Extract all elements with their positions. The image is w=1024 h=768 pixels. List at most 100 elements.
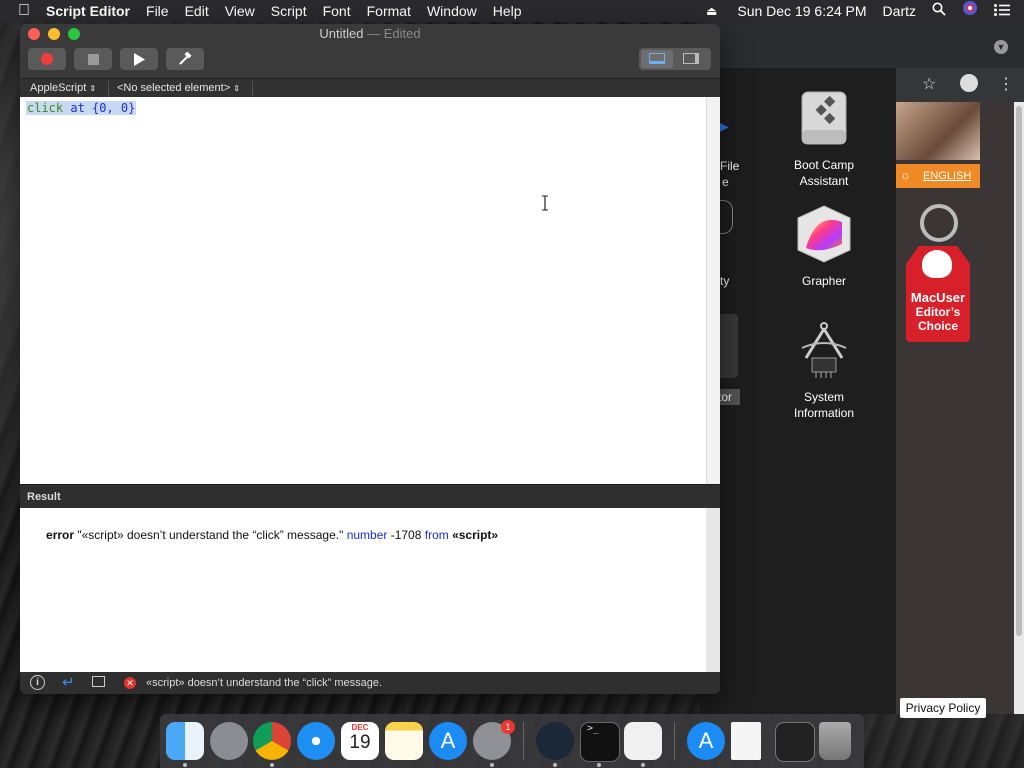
show-bottom-pane-icon[interactable] (641, 50, 673, 68)
language-link[interactable]: ENGLISH (923, 170, 971, 182)
record-icon (41, 53, 53, 65)
clock[interactable]: Sun Dec 19 6:24 PM (729, 0, 874, 22)
user-name[interactable]: Dartz (875, 0, 924, 22)
browser-tab-bar (700, 22, 1024, 68)
app-store-icon[interactable]: A (429, 722, 467, 760)
notification-center-icon[interactable] (986, 0, 1024, 22)
globe-icon: ☼ (900, 168, 911, 182)
dock: DEC 19 A 1 >_ A (160, 714, 864, 768)
menu-window[interactable]: Window (419, 0, 485, 22)
launchpad-icon[interactable] (210, 722, 248, 760)
menu-font[interactable]: Font (315, 0, 359, 22)
menu-help[interactable]: Help (485, 0, 530, 22)
partial-app-icon-2[interactable] (718, 200, 733, 234)
result-script: «script» (448, 528, 499, 542)
stop-button[interactable] (74, 48, 112, 70)
privacy-policy-button[interactable]: Privacy Policy (900, 698, 986, 718)
script-editor-text[interactable]: click at {0, 0} (20, 97, 706, 484)
chevron-updown-icon: ⇕ (89, 84, 97, 93)
finder-icon[interactable] (166, 722, 204, 760)
result-error-keyword: error (46, 528, 75, 542)
menu-script[interactable]: Script (263, 0, 315, 22)
menu-edit[interactable]: Edit (177, 0, 217, 22)
view-toggle[interactable] (639, 48, 711, 70)
result-scrollbar[interactable] (706, 508, 720, 672)
running-indicator (597, 763, 601, 767)
dock-divider (523, 722, 524, 760)
menu-file[interactable]: File (138, 0, 177, 22)
browser-scroll-thumb[interactable] (1016, 106, 1022, 636)
code-args: {0, 0} (84, 101, 136, 115)
eject-icon[interactable]: ⏏ (698, 0, 729, 22)
grapher-icon[interactable] (792, 202, 856, 266)
chrome-more-icon[interactable]: ⋮ (998, 74, 1014, 94)
chrome-menu-chevron-icon[interactable]: ▼ (994, 40, 1008, 54)
result-pane[interactable]: error "«script» doesn’t understand the “… (20, 508, 706, 672)
applications-folder-icon[interactable]: A (687, 722, 725, 760)
language-selector-label: AppleScript (30, 82, 87, 94)
return-arrow-icon[interactable]: ↵ (62, 673, 75, 691)
chevron-updown-icon: ⇕ (233, 84, 240, 93)
boot-camp-icon[interactable] (792, 86, 856, 150)
result-number-keyword: number (346, 528, 388, 542)
calendar-icon[interactable]: DEC 19 (341, 722, 379, 760)
profile-icon[interactable] (960, 74, 978, 92)
chrome-icon[interactable] (253, 722, 291, 760)
steam-icon[interactable] (536, 722, 574, 760)
result-text: error "«script» doesn’t understand the “… (26, 514, 498, 556)
show-side-pane-icon[interactable] (683, 53, 699, 64)
running-indicator (183, 763, 187, 767)
safari-icon[interactable] (297, 722, 335, 760)
system-information-label[interactable]: System Information (774, 389, 874, 421)
code-keyword-at: at (70, 101, 85, 115)
calendar-month: DEC (351, 723, 369, 732)
app-label-partial-4: tor (718, 389, 740, 405)
trash-icon[interactable] (819, 722, 851, 760)
menu-format[interactable]: Format (359, 0, 419, 22)
boot-camp-label[interactable]: Boot Camp Assistant (774, 157, 874, 189)
result-number: -1708 (387, 528, 425, 542)
notes-icon[interactable] (385, 722, 423, 760)
editor-scrollbar[interactable] (706, 97, 720, 484)
screenshot-icon[interactable] (775, 722, 815, 762)
system-information-icon[interactable] (792, 318, 856, 382)
compile-button[interactable] (166, 48, 204, 70)
bookmark-star-icon[interactable]: ☆ (922, 74, 936, 94)
close-button[interactable] (28, 28, 40, 40)
info-icon[interactable]: i (30, 675, 45, 690)
browser-scrollbar[interactable] (1014, 102, 1024, 714)
language-selector[interactable]: AppleScript ⇕ (30, 82, 96, 94)
running-indicator (270, 763, 274, 767)
zoom-button[interactable] (68, 28, 80, 40)
running-indicator (490, 763, 494, 767)
log-list-icon[interactable] (92, 676, 105, 687)
i-beam-cursor-icon (542, 195, 548, 211)
menu-app-name[interactable]: Script Editor (38, 0, 138, 22)
apple-icon[interactable]:  (0, 0, 38, 22)
menu-bar:  Script Editor File Edit View Script Fo… (0, 0, 1024, 22)
divider (108, 81, 109, 96)
terminal-icon[interactable]: >_ (580, 722, 620, 762)
badge-text-3: Choice (917, 319, 958, 333)
running-indicator (641, 763, 645, 767)
script-editor-dock-icon[interactable] (624, 722, 662, 760)
script-editor-window: Untitled — Edited AppleScript ⇕ <No sele… (20, 24, 720, 694)
siri-icon[interactable] (954, 0, 986, 22)
spotlight-icon[interactable] (924, 0, 954, 22)
partial-app-selected[interactable] (718, 314, 738, 378)
error-icon: ✕ (124, 677, 136, 689)
status-message: «script» doesn’t understand the “click” … (146, 677, 383, 689)
notification-badge: 1 (501, 720, 515, 734)
run-button[interactable] (120, 48, 158, 70)
document-icon[interactable] (731, 722, 761, 760)
window-title-text: Untitled (319, 26, 364, 41)
result-header: Result (20, 484, 720, 509)
record-button[interactable] (28, 48, 66, 70)
menu-view[interactable]: View (217, 0, 263, 22)
grapher-label[interactable]: Grapher (774, 273, 874, 289)
app-label-partial-2: e (722, 175, 729, 189)
minimize-button[interactable] (48, 28, 60, 40)
element-selector[interactable]: <No selected element> ⇕ (117, 82, 240, 94)
window-title: Untitled — Edited (20, 26, 720, 41)
calendar-day: 19 (349, 732, 371, 753)
